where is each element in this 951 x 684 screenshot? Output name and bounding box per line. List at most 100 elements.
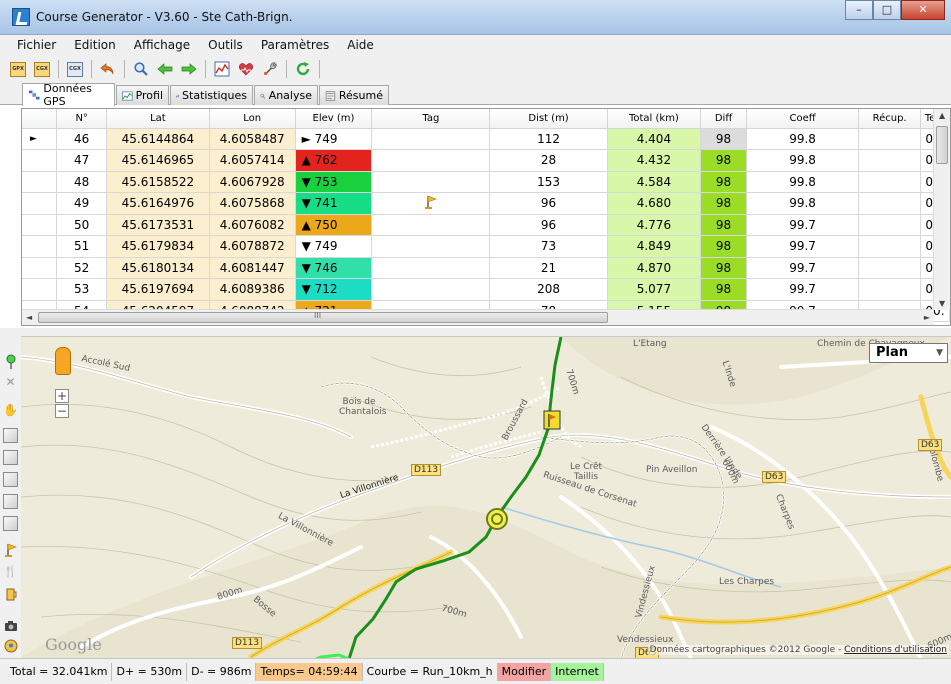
cell-n[interactable]: 50 [56, 214, 108, 236]
menu-edition[interactable]: Edition [65, 38, 125, 52]
row-selector[interactable] [22, 192, 58, 215]
heart-button[interactable] [236, 59, 256, 79]
cell-tag[interactable] [371, 192, 491, 215]
cell-lat[interactable]: 45.6164976 [106, 192, 210, 215]
cell-tag[interactable] [371, 235, 491, 258]
table-row[interactable]: 53 45.6197694 4.6089386 ▼ 712 208 5.077 98 99.7… [22, 278, 950, 301]
cell-total[interactable]: 4.432 [607, 149, 702, 172]
cell-lon[interactable]: 4.6075868 [209, 192, 296, 215]
maximize-button[interactable]: □ [873, 0, 901, 20]
tab-analyse[interactable]: Analyse [254, 85, 318, 105]
open-cgx-button[interactable]: CGX [32, 59, 52, 79]
cell-dist[interactable]: 112 [489, 128, 608, 150]
cell-diff[interactable]: 98 [700, 214, 747, 236]
grid-horizontal-scrollbar[interactable]: ◄ III ► [22, 309, 934, 325]
column-header-n[interactable]: N° [56, 109, 108, 129]
scroll-thumb[interactable] [936, 126, 948, 164]
cell-elev[interactable]: ▼ 746 [295, 257, 373, 279]
cell-recup[interactable] [858, 171, 921, 193]
column-header-lat[interactable]: Lat [106, 109, 210, 129]
table-row[interactable]: ► 46 45.6144864 4.6058487 ► 749 112 4.404 98 99.… [22, 128, 950, 150]
undo-button[interactable] [98, 59, 118, 79]
remove-marker-button[interactable]: ✕ [3, 374, 18, 389]
camera-button[interactable] [3, 618, 18, 633]
map-type-select[interactable]: Plan ▼ [869, 343, 948, 363]
chart-button[interactable] [212, 59, 232, 79]
cell-lat[interactable]: 45.6197694 [106, 278, 210, 301]
cell-total[interactable]: 4.870 [607, 257, 702, 279]
tool-5-button[interactable] [3, 516, 18, 531]
search-button[interactable] [131, 59, 151, 79]
cell-lon[interactable]: 4.6078872 [209, 235, 296, 258]
cell-total[interactable]: 4.776 [607, 214, 702, 236]
column-header-recup[interactable]: Récup. [858, 109, 921, 129]
cell-coeff[interactable]: 99.8 [746, 171, 860, 193]
tag-button[interactable] [3, 542, 18, 557]
row-selector[interactable] [22, 257, 58, 279]
table-row[interactable]: 4945.61649764.6075868▼ 741964.6809899.80… [22, 192, 950, 215]
current-row-indicator[interactable]: ► [22, 128, 58, 150]
cell-dist[interactable]: 73 [489, 235, 608, 258]
hand-tool-button[interactable]: ✋ [3, 402, 18, 417]
cell-total[interactable]: 4.680 [607, 192, 702, 215]
cell-lat[interactable]: 45.6158522 [106, 171, 210, 193]
cell-total[interactable]: 4.584 [607, 171, 702, 193]
cell-elev[interactable]: ► 749 [295, 128, 373, 150]
tool-3-button[interactable] [3, 472, 18, 487]
cell-elev[interactable]: ▼ 753 [295, 171, 373, 193]
cell-elev[interactable]: ▼ 712 [295, 278, 373, 301]
cell-diff[interactable]: 98 [700, 192, 747, 215]
menu-outils[interactable]: Outils [199, 38, 252, 52]
map-flag-marker[interactable] [543, 410, 561, 430]
panel-splitter[interactable] [0, 328, 951, 336]
close-button[interactable]: ✕ [901, 0, 945, 20]
cell-elev[interactable]: ▼ 741 [295, 192, 373, 215]
row-selector[interactable] [22, 214, 58, 236]
column-header-total[interactable]: Total (km) [607, 109, 702, 129]
scroll-right-icon[interactable]: ► [924, 313, 930, 322]
column-header-coeff[interactable]: Coeff [746, 109, 860, 129]
cell-elev[interactable]: ▲ 750 [295, 214, 373, 236]
add-marker-button[interactable] [3, 354, 18, 369]
cell-diff[interactable]: 98 [700, 171, 747, 193]
table-row[interactable]: 5045.61735314.6076082▲ 750964.7769899.70… [22, 214, 950, 236]
scroll-down-icon[interactable]: ▼ [939, 299, 945, 308]
column-header-lon[interactable]: Lon [209, 109, 296, 129]
cell-tag[interactable] [371, 128, 491, 150]
cell-elev[interactable]: ▼ 749 [295, 235, 373, 258]
cell-tag[interactable] [371, 278, 491, 301]
cell-dist[interactable]: 28 [489, 149, 608, 172]
row-selector[interactable] [22, 235, 58, 258]
cell-coeff[interactable]: 99.7 [746, 214, 860, 236]
grid-vertical-scrollbar[interactable]: ▲ ▼ [933, 109, 950, 310]
cell-lon[interactable]: 4.6067928 [209, 171, 296, 193]
cell-tag[interactable] [371, 214, 491, 236]
column-header-dist[interactable]: Dist (m) [489, 109, 608, 129]
cell-n[interactable]: 46 [56, 128, 108, 150]
zoom-in-button[interactable]: + [55, 389, 69, 403]
zoom-out-button[interactable]: − [55, 404, 69, 418]
cell-lon[interactable]: 4.6057414 [209, 149, 296, 172]
cell-diff[interactable]: 98 [700, 278, 747, 301]
cell-diff[interactable]: 98 [700, 257, 747, 279]
row-selector[interactable] [22, 171, 58, 193]
menu-fichier[interactable]: Fichier [8, 38, 65, 52]
table-row[interactable]: 5245.61801344.6081447▼ 746214.8709899.70… [22, 257, 950, 279]
cell-diff[interactable]: 98 [700, 128, 747, 150]
map-view[interactable]: Accolé Sud Bois de Chantalois Le Crêt Ta… [21, 336, 951, 658]
open-gpx-button[interactable]: GPX [8, 59, 28, 79]
tool-2-button[interactable] [3, 450, 18, 465]
cell-tag[interactable] [371, 171, 491, 193]
tool-4-button[interactable] [3, 494, 18, 509]
cell-recup[interactable] [858, 149, 921, 172]
cell-lat[interactable]: 45.6146965 [106, 149, 210, 172]
previous-button[interactable] [155, 59, 175, 79]
cell-elev[interactable]: ▲ 762 [295, 149, 373, 172]
table-row[interactable]: 48 45.6158522 4.6067928 ▼ 753 153 4.584 98 99.8… [22, 171, 950, 193]
tab-resume[interactable]: Résumé [319, 85, 389, 105]
cell-tag[interactable] [371, 257, 491, 279]
cell-lat[interactable]: 45.6173531 [106, 214, 210, 236]
row-selector[interactable] [22, 278, 58, 301]
cell-lat[interactable]: 45.6180134 [106, 257, 210, 279]
cell-n[interactable]: 51 [56, 235, 108, 258]
